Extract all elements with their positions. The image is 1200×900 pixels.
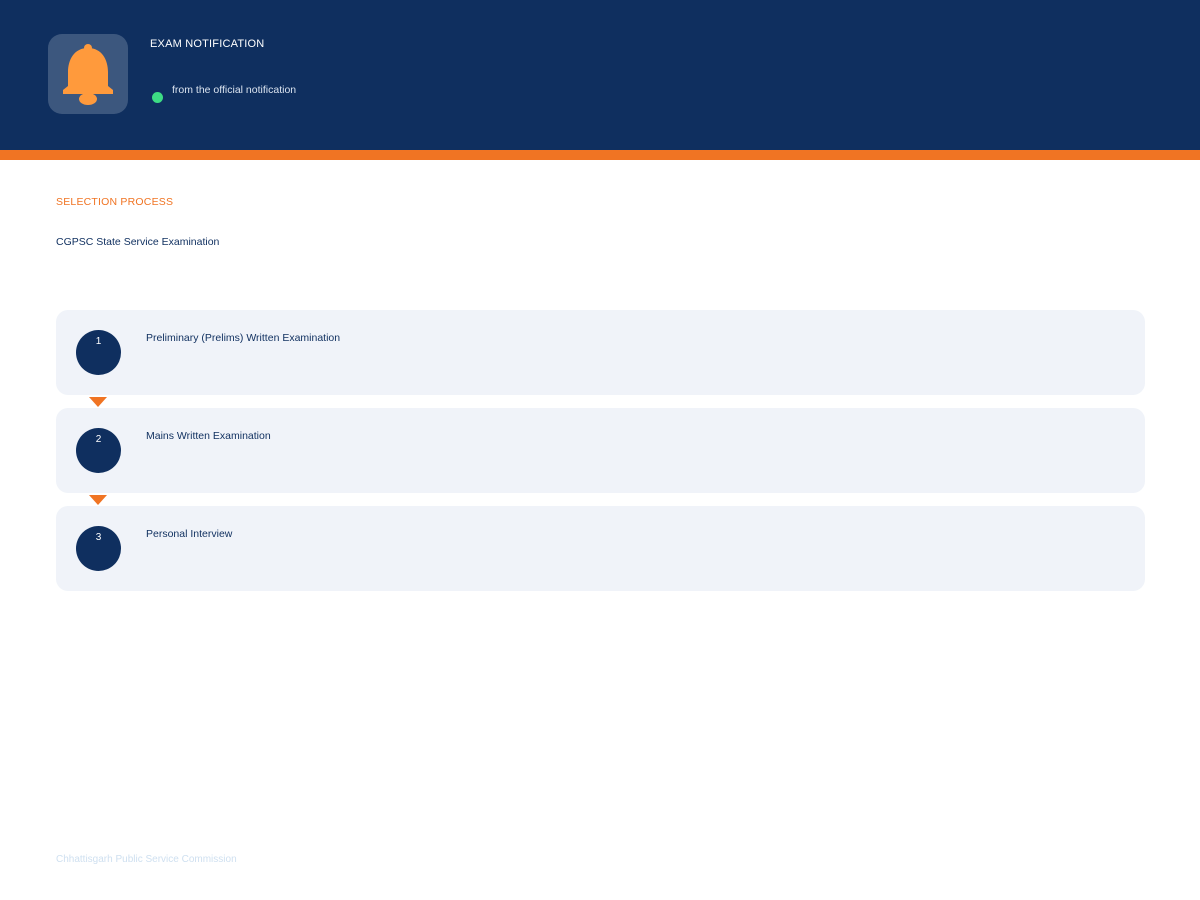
step-label: Preliminary (Prelims) Written Examinatio…: [146, 332, 341, 344]
section-title: CGPSC State Service Examination: [56, 236, 220, 248]
step-connector: [56, 395, 1145, 408]
arrow-down-icon: [89, 397, 107, 407]
step-card-interview: 3 Personal Interview: [56, 506, 1145, 591]
step-card-prelims: 1 Preliminary (Prelims) Written Examinat…: [56, 310, 1145, 395]
step-number-badge: 2: [76, 428, 121, 473]
selection-steps: 1 Preliminary (Prelims) Written Examinat…: [56, 310, 1145, 591]
header-accent-stripe: [0, 150, 1200, 160]
step-number-badge: 3: [76, 526, 121, 571]
status-text: from the official notification: [172, 84, 297, 96]
footer-organization: Chhattisgarh Public Service Commission: [56, 854, 237, 865]
header-banner: EXAM NOTIFICATION from the official noti…: [0, 0, 1200, 150]
bell-icon-tile: [48, 34, 128, 114]
step-label: Mains Written Examination: [146, 430, 271, 442]
notification-title: EXAM NOTIFICATION: [150, 38, 265, 50]
bell-icon: [63, 44, 113, 105]
step-card-mains: 2 Mains Written Examination: [56, 408, 1145, 493]
page: EXAM NOTIFICATION from the official noti…: [0, 0, 1200, 900]
status-dot-icon: [152, 92, 163, 103]
step-connector: [56, 493, 1145, 506]
section-label: SELECTION PROCESS: [56, 196, 174, 208]
arrow-down-icon: [89, 495, 107, 505]
step-number-badge: 1: [76, 330, 121, 375]
step-label: Personal Interview: [146, 528, 233, 540]
